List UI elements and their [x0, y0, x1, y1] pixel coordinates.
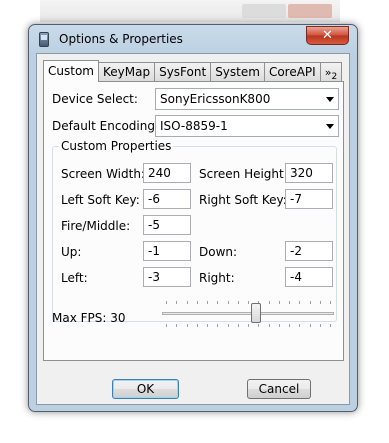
- title-bar[interactable]: Options & Properties ✕: [29, 25, 357, 53]
- tab-overflow-button[interactable]: »2: [319, 62, 342, 82]
- slider-tick: [238, 301, 239, 304]
- slider-tick: [187, 324, 188, 327]
- slider-tick: [187, 301, 188, 304]
- left-soft-key-field[interactable]: [143, 189, 191, 209]
- ok-button[interactable]: OK: [112, 379, 179, 399]
- slider-tick: [310, 301, 311, 304]
- tab-coreapi[interactable]: CoreAPI: [263, 62, 321, 81]
- slider-tick: [299, 324, 300, 327]
- slider-tick: [258, 324, 259, 327]
- screen-width-field[interactable]: [143, 163, 191, 183]
- custom-properties-title: Custom Properties: [59, 139, 174, 153]
- phone-icon: [39, 32, 49, 47]
- slider-tick: [166, 301, 167, 304]
- slider-tick: [248, 301, 249, 304]
- slider-tick: [238, 324, 239, 327]
- slider-track[interactable]: [162, 312, 334, 315]
- tab-strip: Custom KeyMap SysFont System CoreAPI »2: [43, 60, 342, 82]
- slider-tick: [289, 301, 290, 304]
- right-field[interactable]: [285, 267, 333, 287]
- max-fps-slider[interactable]: [162, 297, 338, 333]
- tab-custom[interactable]: Custom: [43, 60, 99, 82]
- max-fps-label: Max FPS: 30: [52, 311, 126, 325]
- custom-tab-panel: Device Select: SonyEricssonK800 Default …: [43, 81, 344, 361]
- right-soft-key-field[interactable]: [285, 189, 333, 209]
- device-select-dropdown[interactable]: SonyEricssonK800: [155, 88, 339, 110]
- screen-height-label: Screen Height:: [199, 167, 288, 181]
- slider-tick: [248, 324, 249, 327]
- slider-tick: [207, 301, 208, 304]
- default-encoding-label: Default Encoding:: [52, 119, 160, 133]
- slider-tick: [269, 301, 270, 304]
- background-button: [242, 4, 286, 18]
- slider-tick: [320, 324, 321, 327]
- slider-tick: [217, 324, 218, 327]
- chevron-down-icon: [326, 97, 334, 102]
- slider-tick: [176, 324, 177, 327]
- right-label: Right:: [199, 271, 235, 285]
- slider-tick: [269, 324, 270, 327]
- left-label: Left:: [61, 271, 88, 285]
- slider-thumb[interactable]: [251, 303, 261, 323]
- up-label: Up:: [61, 245, 82, 259]
- screen: Options & Properties ✕ Custom KeyMap Sys…: [0, 0, 389, 443]
- tab-keymap[interactable]: KeyMap: [97, 62, 156, 81]
- slider-tick: [228, 324, 229, 327]
- slider-tick: [279, 324, 280, 327]
- slider-tick: [197, 301, 198, 304]
- default-encoding-value: ISO-8859-1: [160, 119, 228, 133]
- slider-tick: [330, 301, 331, 304]
- background-button: [288, 4, 332, 18]
- tab-sysfont[interactable]: SysFont: [154, 62, 212, 81]
- device-select-value: SonyEricssonK800: [160, 92, 271, 106]
- down-label: Down:: [199, 245, 238, 259]
- close-button[interactable]: ✕: [306, 26, 349, 45]
- down-field[interactable]: [285, 241, 333, 261]
- tab-system[interactable]: System: [210, 62, 265, 81]
- slider-tick: [320, 301, 321, 304]
- options-dialog: Options & Properties ✕ Custom KeyMap Sys…: [28, 24, 358, 412]
- slider-tick: [176, 301, 177, 304]
- screen-height-field[interactable]: [285, 163, 333, 183]
- up-field[interactable]: [143, 241, 191, 261]
- close-icon: ✕: [322, 28, 333, 43]
- screen-width-label: Screen Width:: [61, 167, 145, 181]
- slider-tick: [299, 301, 300, 304]
- dialog-client-area: Custom KeyMap SysFont System CoreAPI »2 …: [36, 53, 350, 405]
- slider-tick: [279, 301, 280, 304]
- window-title: Options & Properties: [59, 32, 183, 46]
- chevron-down-icon: [326, 124, 334, 129]
- background-window-strip: [40, 0, 340, 22]
- cancel-button[interactable]: Cancel: [247, 379, 311, 399]
- fire-middle-field[interactable]: [143, 215, 191, 235]
- slider-tick: [310, 324, 311, 327]
- default-encoding-dropdown[interactable]: ISO-8859-1: [155, 115, 339, 137]
- left-soft-key-label: Left Soft Key:: [61, 193, 140, 207]
- slider-tick: [330, 324, 331, 327]
- right-soft-key-label: Right Soft Key:: [199, 193, 287, 207]
- slider-tick: [207, 324, 208, 327]
- fire-middle-label: Fire/Middle:: [61, 219, 131, 233]
- left-field[interactable]: [143, 267, 191, 287]
- slider-tick: [217, 301, 218, 304]
- slider-tick: [228, 301, 229, 304]
- slider-tick: [166, 324, 167, 327]
- slider-tick: [197, 324, 198, 327]
- slider-tick: [289, 324, 290, 327]
- device-select-label: Device Select:: [52, 92, 138, 106]
